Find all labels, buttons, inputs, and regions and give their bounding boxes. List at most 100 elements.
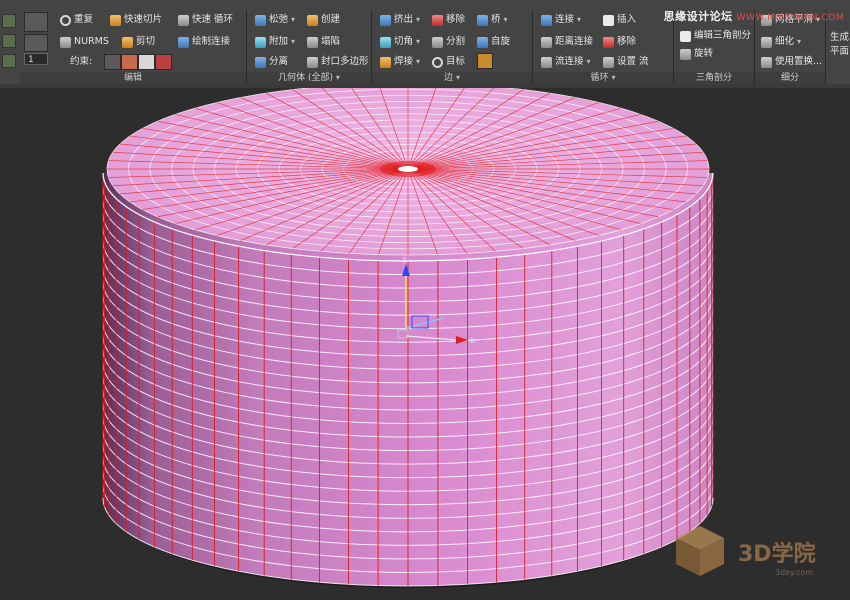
distconnect-icon — [541, 36, 552, 48]
toolbar-toggle-2[interactable] — [2, 34, 16, 48]
spin-value-field[interactable]: 1 — [24, 53, 48, 65]
constraint-none-button[interactable] — [104, 54, 121, 70]
split-icon — [432, 36, 443, 48]
geometry-caption[interactable]: 几何体 (全部) ▾ — [247, 72, 372, 84]
tris-caption: 三角剖分 — [674, 72, 755, 84]
target-weld-button[interactable]: 目标 — [432, 54, 465, 70]
chevron-down-icon: ▾ — [577, 15, 582, 24]
chamfer-icon — [380, 36, 391, 48]
cut-button[interactable]: 剪切 — [122, 34, 155, 50]
flowconnect-icon — [541, 56, 552, 68]
collapse-button[interactable]: 塌陷 — [307, 34, 340, 50]
toolbar-toggle-1[interactable] — [2, 14, 16, 28]
connect-button[interactable]: 连接 ▾ — [541, 12, 581, 28]
quickslice-button[interactable]: 快速切片 — [110, 12, 162, 28]
constraint-edge-button[interactable] — [121, 54, 138, 70]
tessellate-button[interactable]: 细化 ▾ — [761, 34, 801, 50]
paintconnect-button[interactable]: 绘制连接 — [178, 34, 230, 50]
collapse-icon — [307, 36, 318, 48]
insert-loop-button[interactable]: 插入 — [603, 12, 636, 28]
chevron-down-icon: ▾ — [455, 73, 460, 82]
quickslice-icon — [110, 14, 121, 26]
edit-panel: 1 重复 快速切片 快速 循环 NURMS 剪切 绘制连接 约束: — [20, 10, 247, 73]
tweak-button[interactable] — [24, 34, 48, 52]
cut-icon — [122, 36, 133, 48]
perspective-viewport[interactable]: z x 3D学院 3dxy.com — [0, 88, 850, 600]
chevron-down-icon: ▾ — [416, 37, 421, 46]
remove-edge-button[interactable]: 移除 — [432, 12, 465, 28]
make-planar-button[interactable]: 生成 平面 — [830, 32, 849, 57]
distconnect-button[interactable]: 距离连接 — [541, 34, 593, 50]
extrude-button[interactable]: 挤出 ▾ — [380, 12, 420, 28]
detach-icon — [255, 56, 266, 68]
edges-panel: 挤出 ▾ 移除 桥 ▾ 切角 ▾ 分割 自旋 焊接 ▾ 目标 — [372, 10, 533, 73]
turn-button[interactable]: 旋转 — [680, 46, 713, 62]
chamfer-button[interactable]: 切角 ▾ — [380, 34, 420, 50]
cap-button[interactable]: 封口多边形 — [307, 54, 369, 70]
attach-button[interactable]: 附加 ▾ — [255, 34, 295, 50]
edittri-icon — [680, 30, 691, 42]
remove-loop-button[interactable]: 移除 — [603, 34, 636, 50]
pole-center — [398, 166, 418, 172]
quickloop-icon — [178, 14, 189, 26]
tessellate-icon — [761, 36, 772, 48]
extrude-icon — [380, 14, 391, 26]
logo-text: 3D学院 — [738, 542, 816, 567]
repeat-button[interactable]: 重复 — [60, 12, 93, 28]
flowconnect-button[interactable]: 流连接 ▾ — [541, 54, 591, 70]
split-button[interactable]: 分割 — [432, 34, 465, 50]
displacement-icon — [761, 56, 772, 68]
create-button[interactable]: 创建 — [307, 12, 340, 28]
quickloop-button[interactable]: 快速 循环 — [178, 12, 233, 28]
paintconnect-icon — [178, 36, 189, 48]
chevron-down-icon: ▾ — [797, 37, 802, 46]
cube-logo-icon — [676, 526, 724, 576]
gizmo-x-label: x — [470, 336, 475, 345]
gizmo-z-label: z — [402, 255, 406, 264]
chevron-down-icon: ▾ — [291, 15, 296, 24]
constraint-normal-button[interactable] — [155, 54, 172, 70]
chevron-down-icon: ▾ — [586, 57, 591, 66]
grid-icon — [60, 36, 71, 48]
setflow-icon — [603, 56, 614, 68]
weld-icon — [380, 56, 391, 68]
edges-caption[interactable]: 边 ▾ — [372, 72, 533, 84]
remove-icon — [603, 36, 614, 48]
toolbar-toggle-3[interactable] — [2, 54, 16, 68]
usedisp-button[interactable]: 使用置换... — [761, 54, 822, 70]
forum-watermark: 思缘设计论坛 WWW.MISSYUAN.COM — [663, 10, 844, 23]
preserve-uvs-button[interactable] — [24, 12, 48, 32]
subdiv-caption: 细分 — [755, 72, 826, 84]
loops-caption[interactable]: 循环 ▾ — [533, 72, 674, 84]
detach-button[interactable]: 分离 — [255, 54, 288, 70]
constraint-face-button[interactable] — [138, 54, 155, 70]
edge-extra-button[interactable] — [477, 53, 493, 69]
bridge-button[interactable]: 桥 ▾ — [477, 12, 508, 28]
geometry-panel: 松弛 ▾ 创建 附加 ▾ 塌陷 分离 封口多边形 — [247, 10, 372, 73]
cylinder-top — [106, 88, 710, 256]
nurms-button[interactable]: NURMS — [60, 34, 109, 50]
insert-icon — [603, 14, 614, 26]
relax-button[interactable]: 松弛 ▾ — [255, 12, 295, 28]
edittri-button[interactable]: 编辑三角剖分 — [680, 28, 751, 44]
target-icon — [432, 56, 443, 68]
connect-icon — [541, 14, 552, 26]
spin-icon — [477, 36, 488, 48]
3dxy-logo: 3D学院 3dxy.com — [670, 520, 840, 590]
cap-icon — [307, 56, 318, 68]
setflow-button[interactable]: 设置 流 — [603, 54, 649, 70]
spin-button[interactable]: 自旋 — [477, 34, 510, 50]
loops-panel: 连接 ▾ 插入 距离连接 移除 流连接 ▾ 设置 流 — [533, 10, 674, 73]
chevron-down-icon: ▾ — [335, 73, 340, 82]
attach-icon — [255, 36, 266, 48]
repeat-icon — [60, 14, 71, 26]
left-toolbar — [0, 10, 18, 70]
modeling-ribbon: 1 重复 快速切片 快速 循环 NURMS 剪切 绘制连接 约束: 编辑 松弛 ▾… — [0, 0, 850, 85]
relax-icon — [255, 14, 266, 26]
turn-icon — [680, 48, 691, 60]
weld-button[interactable]: 焊接 ▾ — [380, 54, 420, 70]
chevron-down-icon: ▾ — [503, 15, 508, 24]
chevron-down-icon: ▾ — [416, 57, 421, 66]
chevron-down-icon: ▾ — [611, 73, 616, 82]
remove-icon — [432, 14, 443, 26]
